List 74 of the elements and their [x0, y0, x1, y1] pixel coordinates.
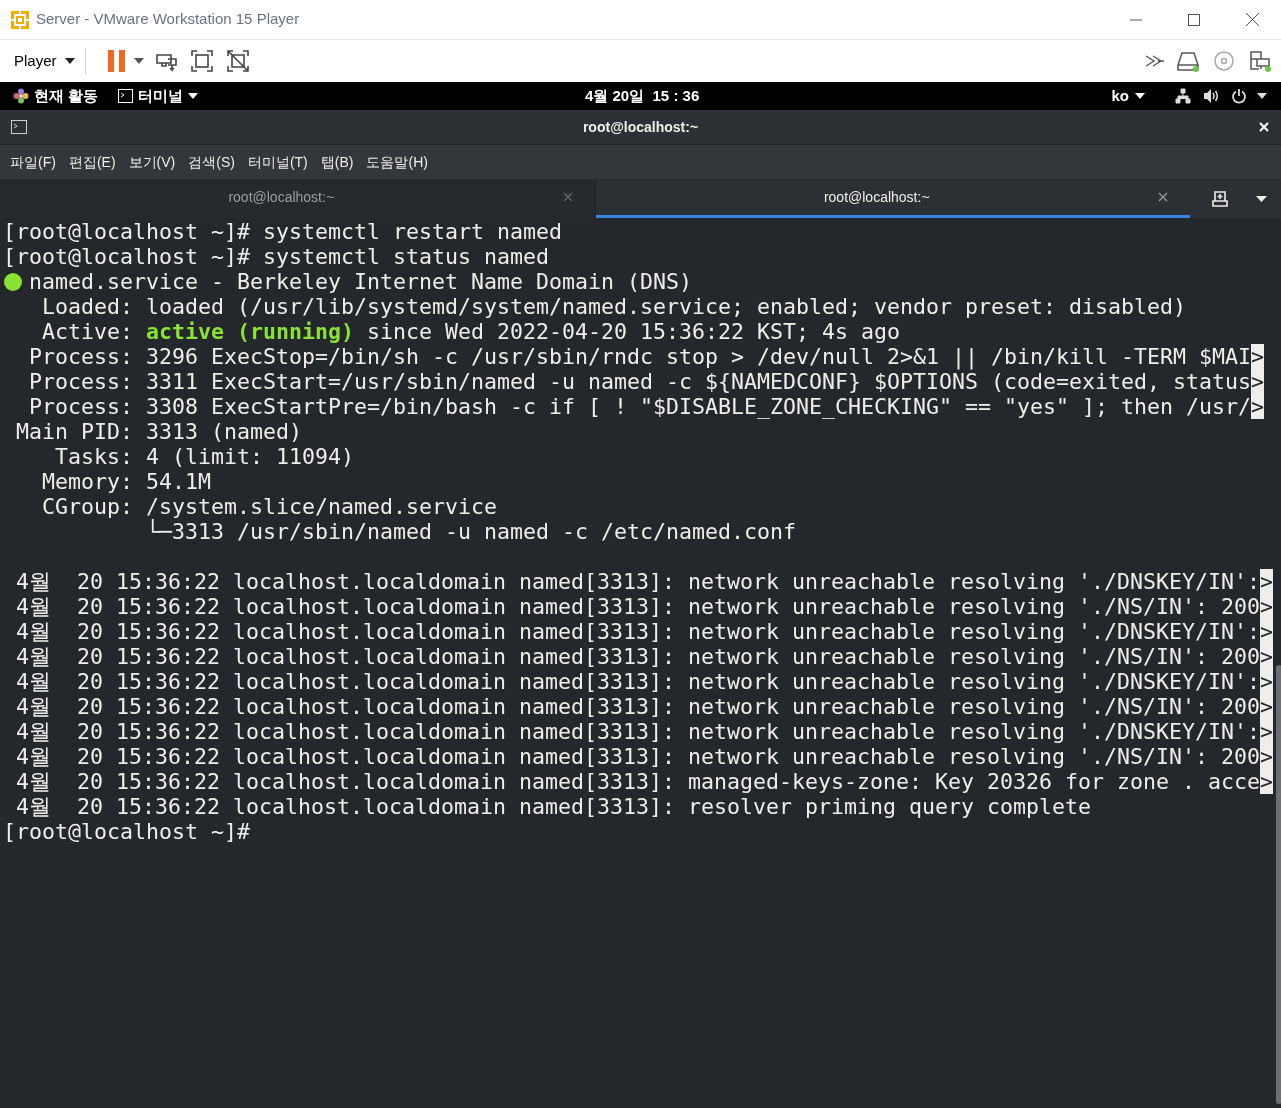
- close-icon[interactable]: [1245, 13, 1259, 26]
- terminal-line: 4월 20 15:36:22 localhost.localdomain named[3313]: network unreachable resolving './NS/IN': 200: [15, 644, 1261, 669]
- player-menu-button[interactable]: Player: [8, 46, 81, 76]
- double-chevron-icon[interactable]: [1145, 55, 1165, 67]
- truncation-marker: >: [1260, 569, 1274, 594]
- menu-item[interactable]: 터미널(T): [241, 148, 314, 176]
- menu-item[interactable]: 탭(B): [314, 148, 360, 176]
- app-logo-icon: [10, 9, 30, 30]
- terminal-line: └─3313 /usr/sbin/named -u named -c /etc/named.conf: [145, 519, 797, 544]
- terminal-line: 4월 20 15:36:22 localhost.localdomain named[3313]: network unreachable resolving './NS/IN': 200: [15, 694, 1261, 719]
- unity-icon[interactable]: [225, 49, 250, 73]
- terminal-line: 4월 20 15:36:22 localhost.localdomain named[3313]: network unreachable resolving './DNSKEY/IN':: [15, 719, 1261, 744]
- terminal-line: Tasks: 4 (limit: 11094): [54, 444, 354, 469]
- terminal-line: 4월 20 15:36:22 localhost.localdomain named[3313]: managed-keys-zone: Key 20326 for zone . acce: [15, 769, 1261, 794]
- caret-icon: [188, 93, 199, 99]
- truncation-marker: >: [1260, 744, 1274, 769]
- terminal-icon: [11, 120, 27, 134]
- terminal-line: 4월 20 15:36:22 localhost.localdomain named[3313]: network unreachable resolving './NS/IN': 200: [15, 744, 1261, 769]
- terminal-line: Memory: 54.1M: [41, 469, 211, 494]
- truncation-marker: >: [1251, 394, 1265, 419]
- terminal-line: Loaded: loaded (/usr/lib/systemd/system/named.service; enabled; vendor preset: disabled): [41, 294, 1187, 319]
- input-method-button[interactable]: ko: [1111, 84, 1145, 108]
- terminal-line: 4월 20 15:36:22 localhost.localdomain named[3313]: network unreachable resolving './DNSKEY/IN':: [15, 619, 1261, 644]
- menu-item[interactable]: 파일(F): [4, 148, 62, 176]
- menu-item[interactable]: 보기(V): [122, 148, 182, 176]
- menu-item[interactable]: 편집(E): [62, 148, 122, 176]
- truncation-marker: >: [1260, 769, 1274, 794]
- caret-icon[interactable]: [133, 58, 144, 64]
- caret-icon[interactable]: [1257, 93, 1267, 99]
- menu-item[interactable]: 검색(S): [182, 148, 241, 176]
- terminal-line: Process: 3308 ExecStartPre=/bin/bash -c if [ ! "$DISABLE_ZONE_CHECKING" == "yes" ]; then /usr/: [28, 394, 1252, 419]
- terminal-line: CGroup: /system.slice/named.service: [41, 494, 498, 519]
- terminal-line: Active: active (running) since Wed 2022-04-20 15:36:22 KST; 4s ago: [41, 319, 901, 344]
- caret-icon[interactable]: [1256, 195, 1267, 202]
- terminal-icon: [118, 89, 134, 103]
- terminal-line: named.service - Berkeley Internet Name Domain (DNS): [29, 269, 693, 294]
- terminal-line: 4월 20 15:36:22 localhost.localdomain named[3313]: resolver priming query complete: [15, 794, 1092, 819]
- caret-icon: [1135, 93, 1145, 99]
- truncation-marker: >: [1251, 344, 1265, 369]
- volume-icon[interactable]: [1203, 88, 1219, 104]
- close-icon[interactable]: [1158, 192, 1168, 202]
- terminal-line: [root@localhost ~]#: [3, 819, 250, 844]
- network-icon[interactable]: [1249, 50, 1271, 72]
- activities-button[interactable]: 현재 활동: [34, 84, 99, 108]
- truncation-marker: >: [1260, 669, 1274, 694]
- terminal-line: Process: 3296 ExecStop=/bin/sh -c /usr/sbin/rndc stop > /dev/null 2>&1 || /bin/kill -TERM $MAI: [28, 344, 1252, 369]
- terminal-line: 4월 20 15:36:22 localhost.localdomain named[3313]: network unreachable resolving './DNSKEY/IN':: [15, 569, 1261, 594]
- app-menu-button[interactable]: 터미널: [118, 84, 199, 108]
- caret-icon: [64, 58, 75, 64]
- terminal-line: [root@localhost ~]# systemctl status named: [3, 244, 550, 269]
- pause-icon[interactable]: [107, 50, 126, 72]
- truncation-marker: >: [1260, 719, 1274, 744]
- menu-item[interactable]: 도움말(H): [360, 148, 434, 176]
- terminal-line: [root@localhost ~]# systemctl restart named: [3, 219, 563, 244]
- truncation-marker: >: [1260, 594, 1274, 619]
- terminal-tab[interactable]: root@localhost:~: [595, 179, 1190, 218]
- terminal-line: Process: 3311 ExecStart=/usr/sbin/named -u named -c ${NAMEDCONF} $OPTIONS (code=exited, status: [28, 369, 1252, 394]
- close-button[interactable]: [1257, 120, 1271, 134]
- window-title: Server - VMware Workstation 15 Player: [36, 9, 300, 30]
- truncation-marker: >: [1260, 694, 1274, 719]
- flower-icon: [13, 88, 29, 104]
- network-icon[interactable]: [1175, 88, 1191, 104]
- truncation-marker: >: [1260, 619, 1274, 644]
- fullscreen-icon[interactable]: [189, 49, 214, 73]
- terminal-line: Main PID: 3313 (named): [15, 419, 302, 444]
- terminal-title: root@localhost:~: [582, 117, 699, 137]
- new-tab-icon[interactable]: [1212, 190, 1228, 207]
- maximize-icon[interactable]: [1188, 13, 1200, 26]
- truncation-marker: >: [1251, 369, 1265, 394]
- terminal-line: 4월 20 15:36:22 localhost.localdomain named[3313]: network unreachable resolving './DNSKEY/IN':: [15, 669, 1261, 694]
- power-icon[interactable]: [1231, 88, 1247, 104]
- clock[interactable]: 4월 20일 15 : 36: [585, 84, 700, 108]
- truncation-marker: >: [1260, 644, 1274, 669]
- terminal-line: 4월 20 15:36:22 localhost.localdomain named[3313]: network unreachable resolving './NS/IN': 200: [15, 594, 1261, 619]
